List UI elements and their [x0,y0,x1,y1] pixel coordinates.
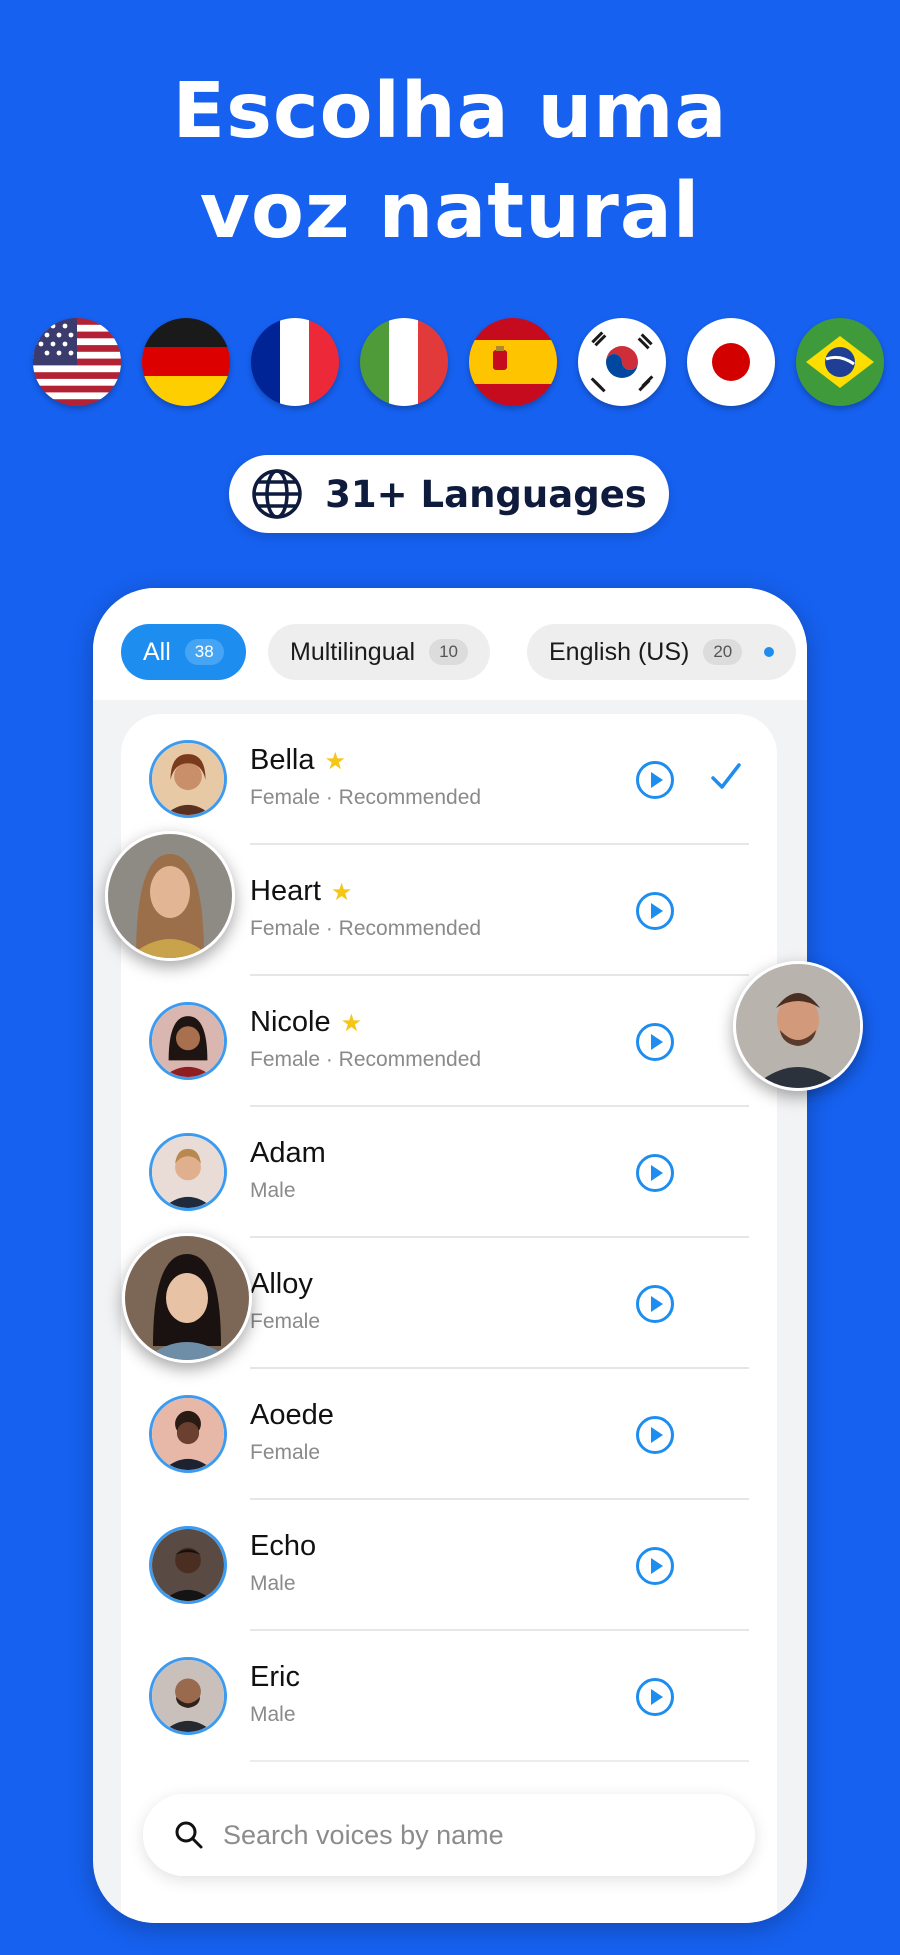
avatar [149,1657,227,1735]
voice-name: Adam [250,1137,326,1169]
play-icon[interactable] [635,1546,675,1586]
star-icon: ★ [330,879,353,906]
avatar [149,740,227,818]
voice-row-adam[interactable]: Adam Male [121,1107,777,1238]
voice-row-eric[interactable]: Eric Male [121,1631,777,1762]
search-icon [175,1821,203,1849]
tab-count-badge: 20 [703,639,743,665]
flag-jp-icon [687,318,775,406]
globe-icon [252,469,302,519]
voice-name: Aoede [250,1399,334,1431]
star-icon: ★ [324,748,347,775]
voice-row-nicole[interactable]: Nicole ★ Female · Recommended [121,976,777,1107]
voice-name: Nicole ★ [250,1006,363,1038]
voice-subtitle: Male [250,1703,296,1726]
voice-name: Bella ★ [250,744,347,776]
play-icon[interactable] [635,1153,675,1193]
avatar [149,1002,227,1080]
headline-line-2: voz natural [199,167,701,256]
flag-fr-icon [251,318,339,406]
checkmark-icon [711,763,741,789]
headline-line-1: Escolha uma [172,67,728,156]
tab-count-badge: 38 [184,639,224,665]
voice-subtitle: Female · Recommended [250,1048,482,1071]
search-input[interactable]: Search voices by name [223,1820,504,1851]
flag-de-icon [142,318,230,406]
floating-avatar-man [733,961,863,1091]
voice-row-echo[interactable]: Echo Male [121,1500,777,1631]
play-icon[interactable] [635,1677,675,1717]
voice-subtitle: Female · Recommended [250,786,482,809]
play-icon[interactable] [635,760,675,800]
star-icon: ★ [340,1010,363,1037]
voice-name: Eric [250,1661,300,1693]
floating-avatar-alloy [122,1233,252,1363]
flag-br-icon [796,318,884,406]
flag-us-icon [33,318,121,406]
avatar [149,1526,227,1604]
voice-row-bella[interactable]: Bella ★ Female · Recommended [121,714,777,845]
voice-row-aoede[interactable]: Aoede Female [121,1369,777,1500]
flag-it-icon [360,318,448,406]
avatar [149,1395,227,1473]
headline: Escolha uma voz natural [0,62,900,262]
voice-subtitle: Female [250,1310,321,1333]
voice-subtitle: Female [250,1441,321,1464]
languages-badge: 31+ Languages [229,455,669,533]
voice-name: Heart ★ [250,875,353,907]
flag-row [0,318,900,410]
play-icon[interactable] [635,1022,675,1062]
play-icon[interactable] [635,1284,675,1324]
floating-avatar-heart [105,831,235,961]
tab-label: Multilingual [290,637,416,666]
tab-multilingual[interactable]: Multilingual 10 [268,624,490,680]
search-bar[interactable]: Search voices by name [143,1794,755,1876]
voice-name: Alloy [250,1268,313,1300]
voice-subtitle: Female · Recommended [250,917,482,940]
tab-english-us[interactable]: English (US) 20 [527,624,797,680]
tab-all[interactable]: All 38 [121,624,246,680]
languages-label: 31+ Languages [325,472,647,516]
voice-name: Echo [250,1530,317,1562]
voice-subtitle: Male [250,1179,296,1202]
play-icon[interactable] [635,891,675,931]
tab-count-badge: 10 [429,639,468,665]
voice-subtitle: Male [250,1572,296,1595]
tab-label: English (US) [549,637,690,666]
tab-label: All [143,637,171,666]
flag-es-icon [469,318,557,406]
avatar [149,1133,227,1211]
filter-tabs: All 38 Multilingual 10 English (US) 20 [93,588,807,700]
unread-dot [764,647,775,657]
play-icon[interactable] [635,1415,675,1455]
flag-kr-icon [578,318,666,406]
